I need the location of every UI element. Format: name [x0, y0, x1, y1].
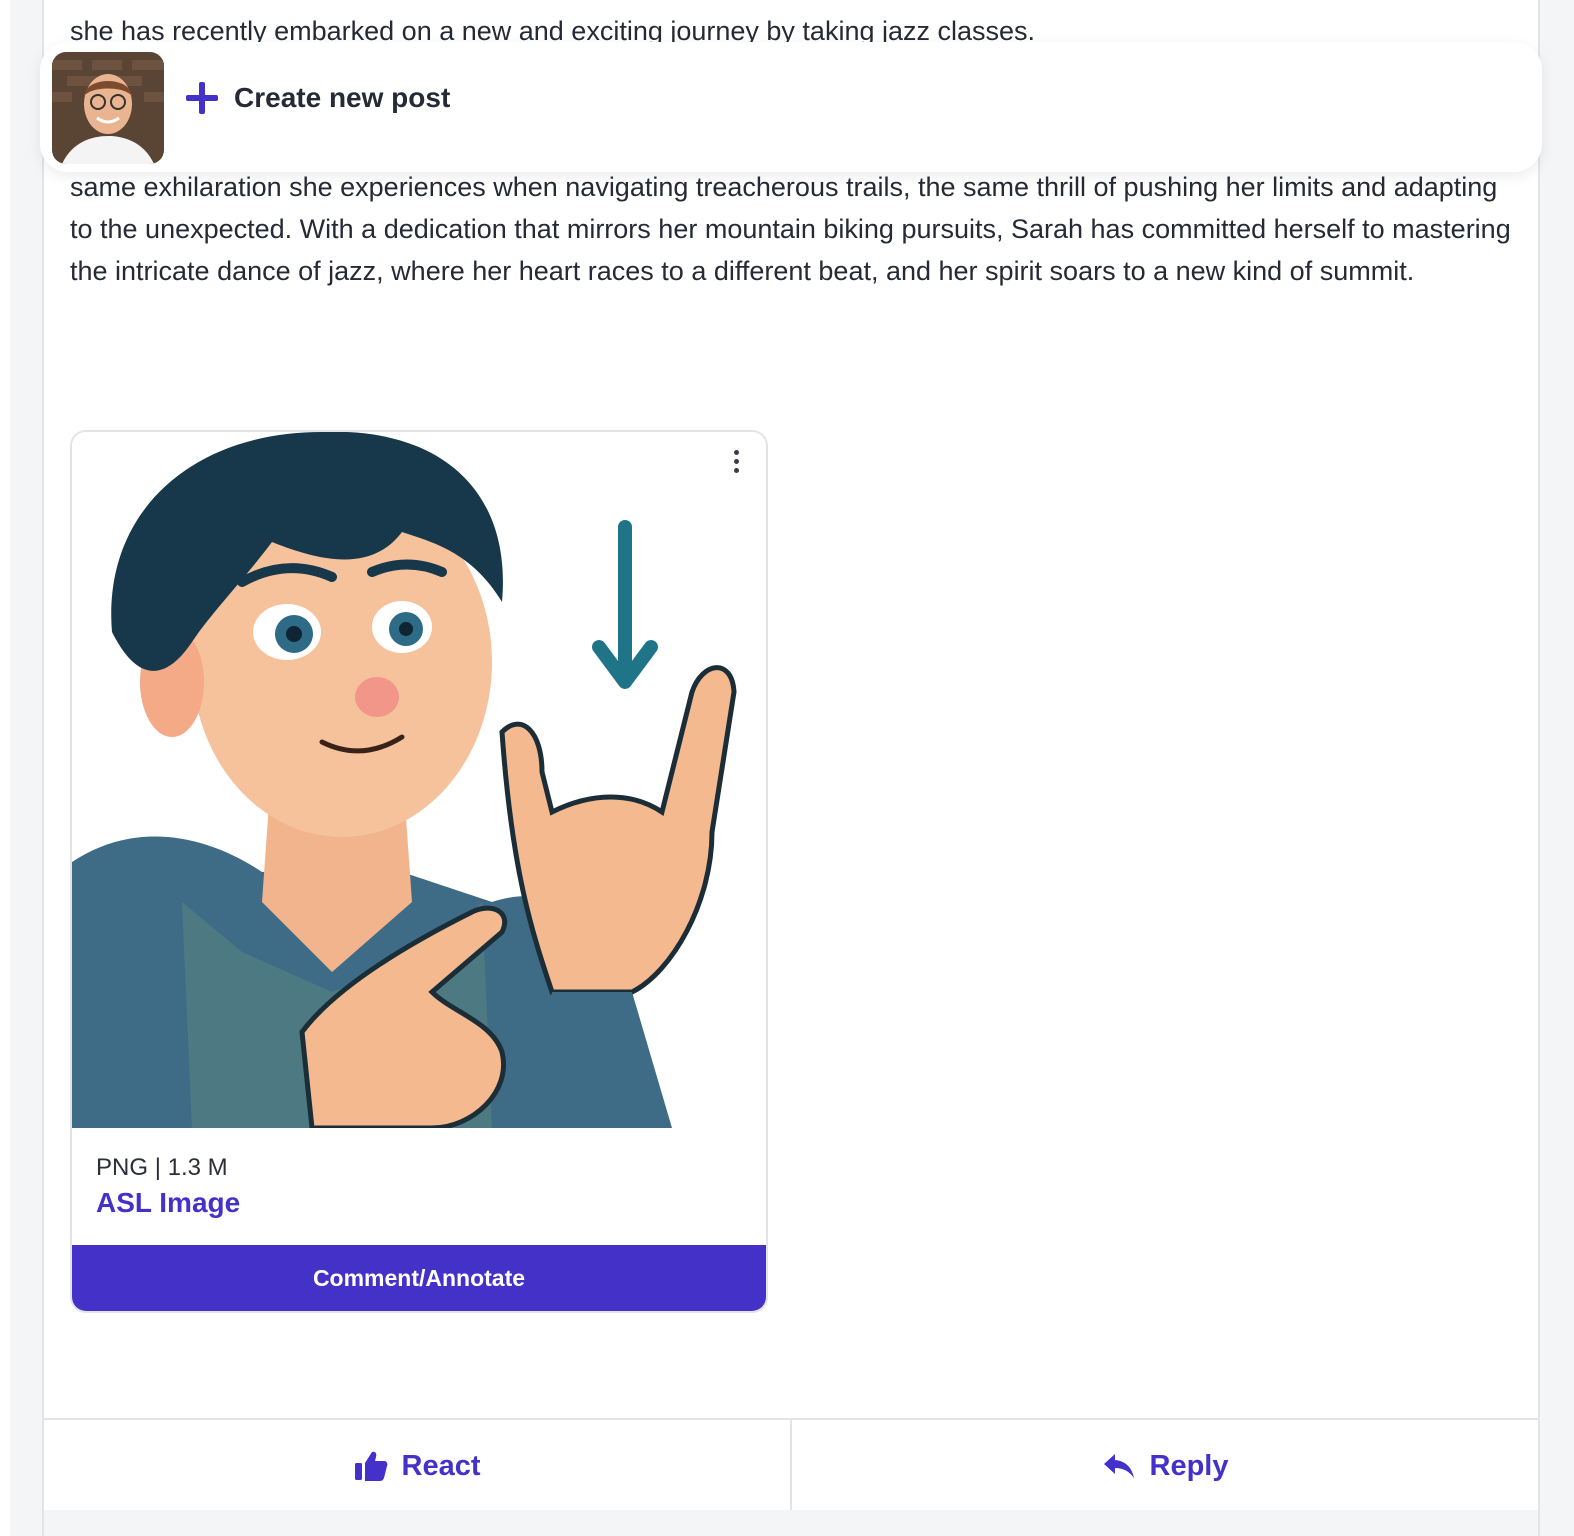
reply-button[interactable]: Reply [790, 1420, 1538, 1512]
footer-strip [44, 1510, 1538, 1536]
page-gutter [0, 0, 10, 1536]
post-paragraph: same exhilaration she experiences when n… [70, 172, 1511, 286]
file-meta: PNG | 1.3 M [96, 1154, 228, 1182]
attachment-menu-icon[interactable] [722, 446, 750, 486]
attachment-title-link[interactable]: ASL Image [96, 1187, 240, 1219]
post-card: she has recently embarked on a new and e… [42, 0, 1540, 1536]
create-post-bar: Create new post [40, 42, 1542, 172]
create-new-post-label: Create new post [234, 82, 451, 113]
image-attachment-card: PNG | 1.3 M ASL Image Comment/Annotate [70, 430, 768, 1313]
plus-icon [186, 82, 218, 114]
user-avatar[interactable] [52, 52, 164, 164]
create-new-post-button[interactable]: Create new post [184, 80, 450, 116]
react-label: React [401, 1449, 481, 1482]
meta-divider: | [154, 1154, 168, 1181]
asl-illustration[interactable] [72, 432, 766, 1128]
file-size: 1.3 M [167, 1154, 228, 1181]
post-action-bar: React Reply [44, 1418, 1538, 1512]
file-type: PNG [96, 1154, 149, 1181]
thumbs-up-icon [354, 1451, 387, 1481]
reply-arrow-icon [1103, 1454, 1134, 1478]
reply-label: Reply [1149, 1449, 1229, 1482]
comment-annotate-button[interactable]: Comment/Annotate [72, 1245, 766, 1311]
react-button[interactable]: React [44, 1420, 790, 1512]
